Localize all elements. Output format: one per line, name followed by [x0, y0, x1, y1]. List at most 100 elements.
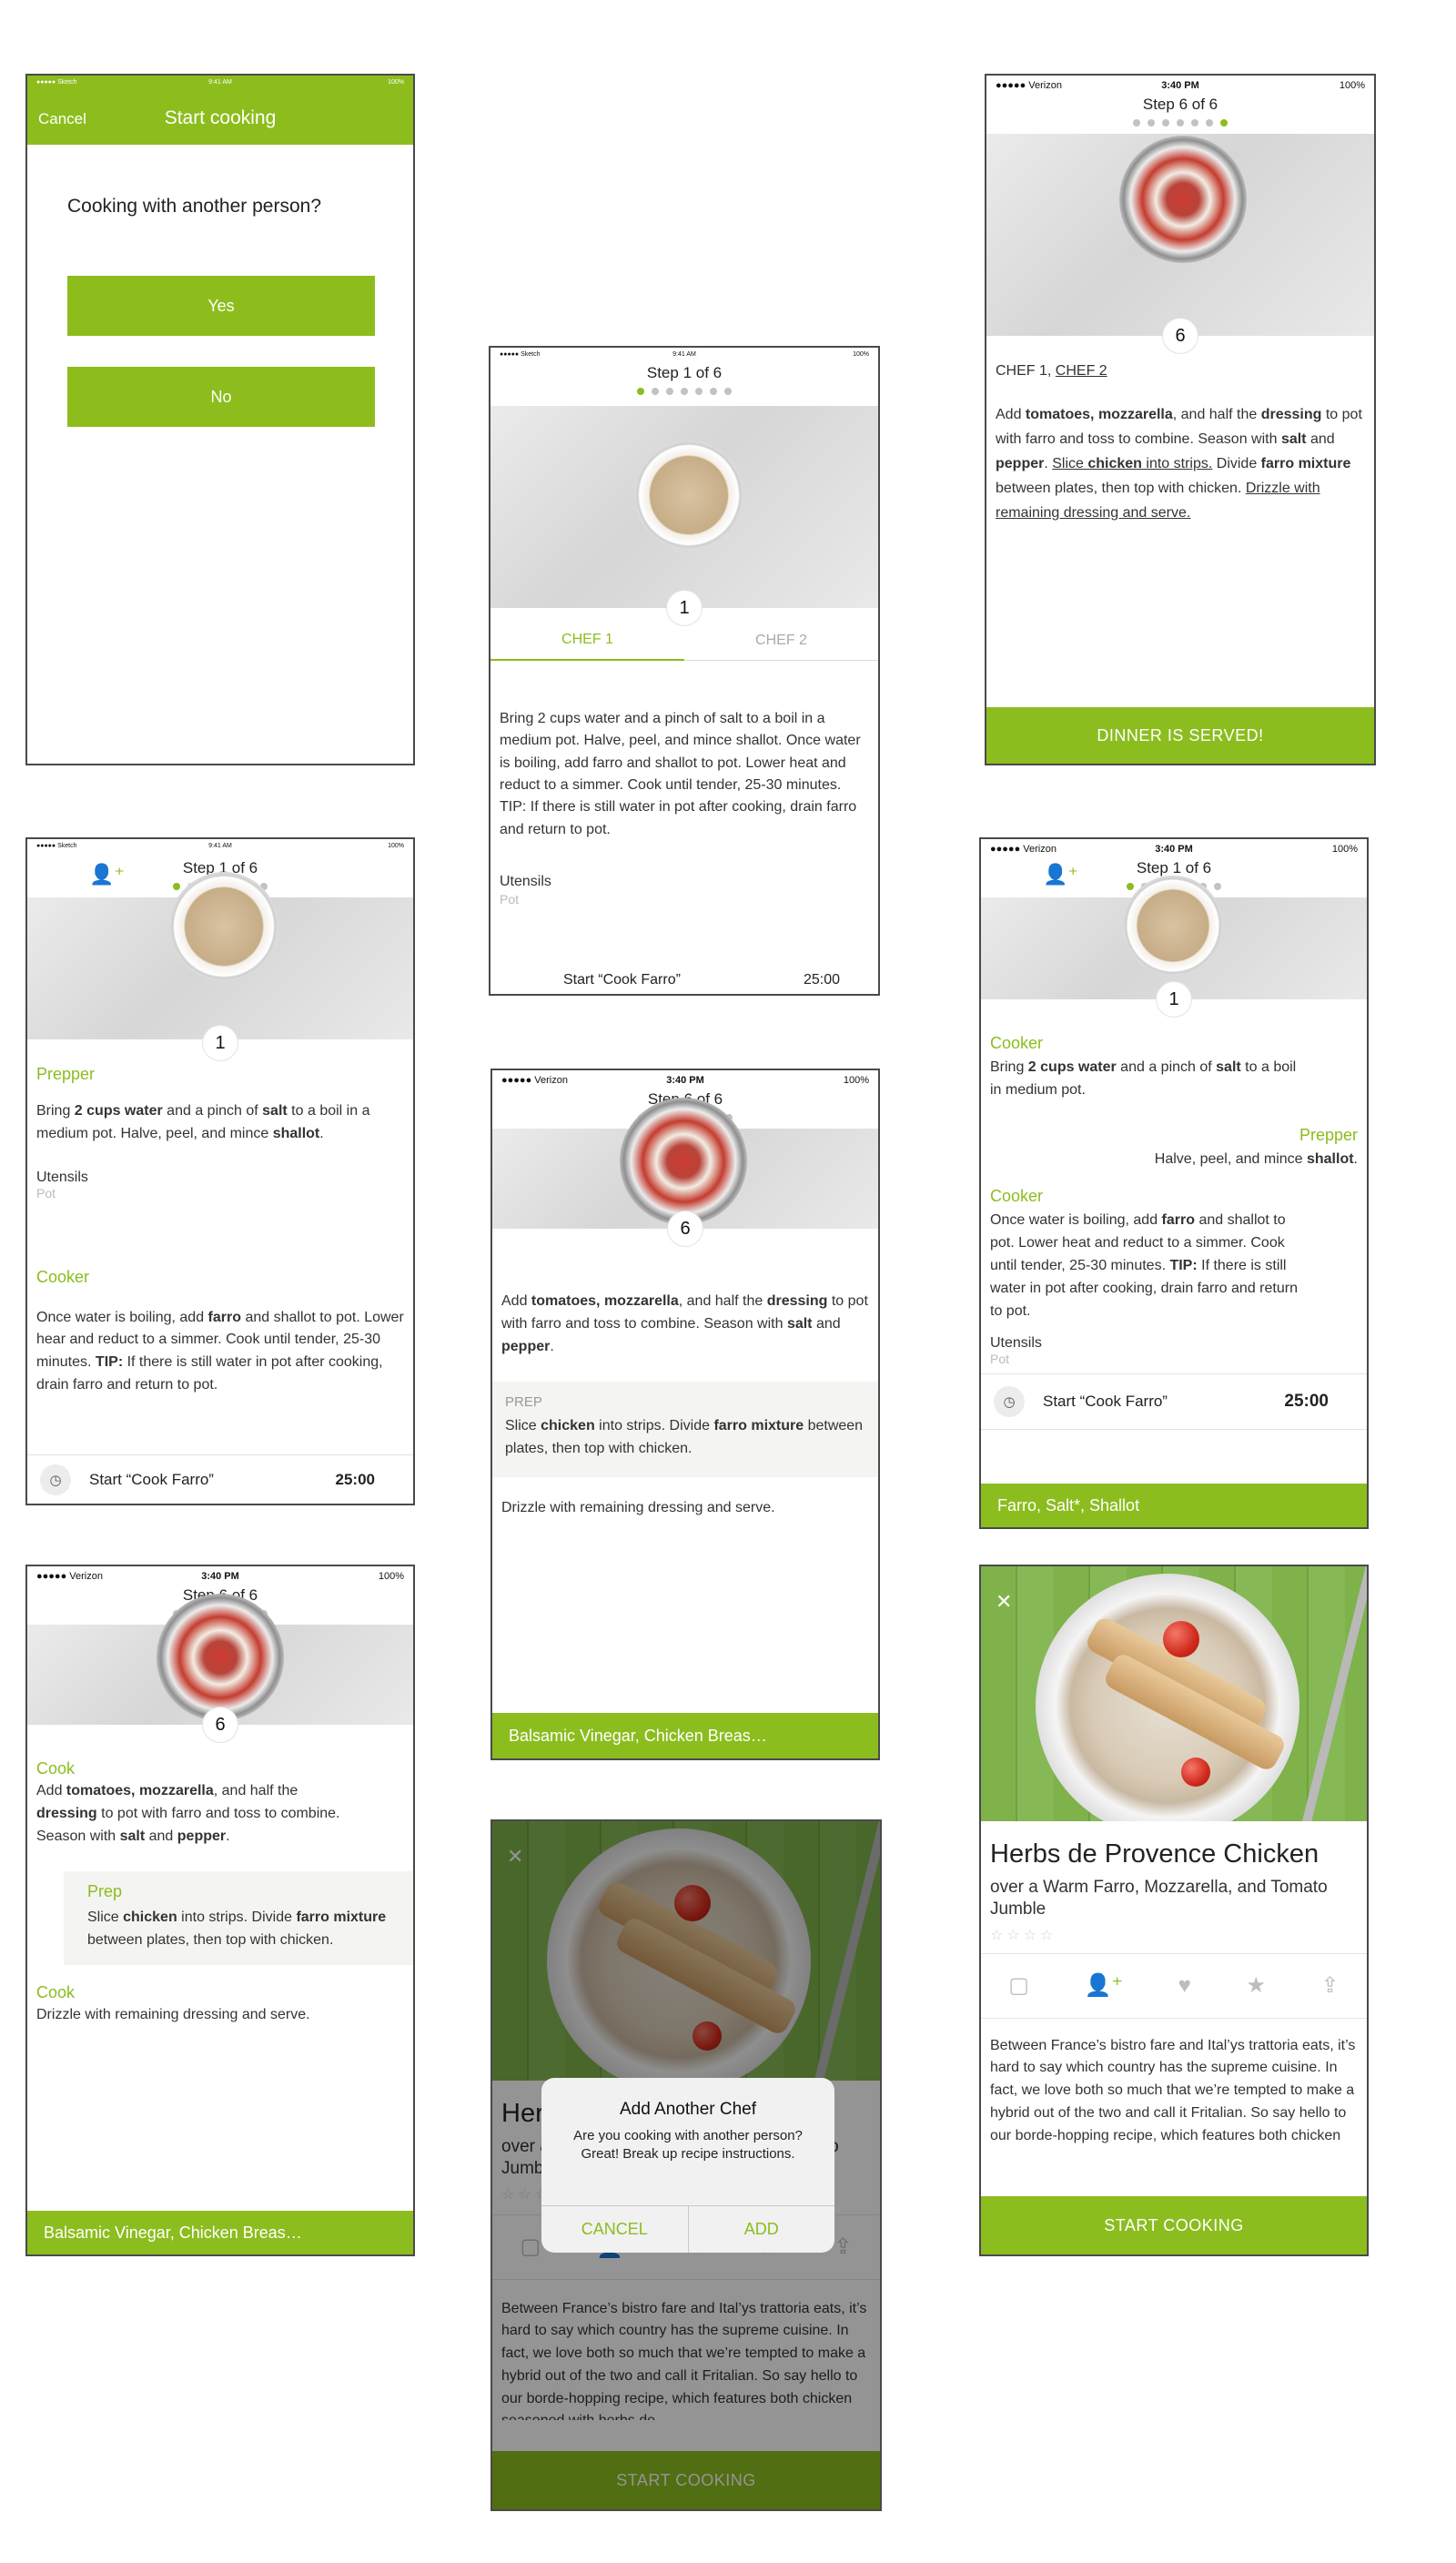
status-bar: ●●●●● Verizon 3:40 PM 100% — [27, 1566, 413, 1586]
status-bar: ●●●●● Sketch 9:41 AM 100% — [490, 348, 878, 360]
status-bar: ●●●●● Verizon 3:40 PM 100% — [981, 839, 1367, 859]
add-user-icon[interactable]: 👤⁺ — [1043, 863, 1078, 886]
timer-value: 25:00 — [1284, 1392, 1329, 1412]
recipe-title: Herbs de Provence Chicken — [990, 1839, 1320, 1869]
step-dots — [986, 119, 1374, 127]
step-photo: 1 — [490, 406, 878, 626]
cook-label: Cook — [36, 1759, 76, 1778]
prep-box: Prep Slice chicken into strips. Divide f… — [64, 1871, 413, 1965]
cooker-instructions: Once water is boiling, add farro and sha… — [36, 1309, 404, 1393]
step-number-badge: 1 — [666, 590, 703, 626]
timer-row[interactable]: ◷ Start “Cook Farro” 25:00 — [27, 1454, 413, 1504]
no-button[interactable]: No — [67, 367, 375, 427]
close-icon[interactable]: ✕ — [996, 1590, 1012, 1614]
ingredients-bar[interactable]: Balsamic Vinegar, Chicken Breas… — [492, 1713, 878, 1758]
step-title: Step 1 of 6 — [1136, 859, 1212, 876]
star-icon[interactable]: ★ — [1246, 1972, 1266, 1999]
step-dot[interactable] — [1148, 119, 1155, 127]
status-bar: ●●●●● Verizon 3:40 PM 100% — [986, 76, 1374, 96]
timer-label: Start “Cook Farro” — [563, 972, 681, 988]
ingredients-bar[interactable]: Balsamic Vinegar, Chicken Breas… — [27, 2211, 413, 2254]
step-dot[interactable] — [1191, 119, 1198, 127]
utensils-value: Pot — [36, 1185, 56, 1200]
page-title: Start cooking — [164, 107, 277, 128]
prepper-label: Prepper — [1299, 1125, 1358, 1144]
utensils-label: Utensils — [500, 873, 551, 889]
prepper-label: Prepper — [36, 1065, 96, 1083]
drizzle-instructions: Drizzle with remaining dressing and serv… — [501, 1499, 775, 1515]
step-dot[interactable] — [681, 388, 688, 395]
step-photo: 1 — [27, 872, 413, 1061]
share-icon[interactable]: ⇪ — [1321, 1972, 1340, 1999]
dialog-message: Are you cooking with another person? Gre… — [573, 2128, 803, 2162]
start-cooking-button[interactable]: START COOKING — [981, 2196, 1367, 2254]
cooker-label-2: Cooker — [990, 1187, 1044, 1206]
calendar-icon[interactable]: ▢ — [1008, 1972, 1029, 1999]
step-number-badge: 1 — [1156, 981, 1192, 1018]
step-dot[interactable] — [1177, 119, 1184, 127]
farro-bowl-image — [634, 441, 743, 550]
rating-stars[interactable]: ☆☆☆☆ — [990, 1926, 1358, 1944]
question-text: Cooking with another person? — [67, 196, 322, 217]
step-dot-active[interactable] — [173, 883, 180, 890]
step-dot[interactable] — [695, 388, 703, 395]
dialog-cancel-button[interactable]: CANCEL — [541, 2206, 689, 2253]
heart-icon[interactable]: ♥ — [1178, 1973, 1191, 1999]
step-dot-active[interactable] — [637, 388, 644, 395]
screen-step1-roles: ●●●●● Sketch 9:41 AM 100% 👤⁺ Step 1 of 6… — [25, 837, 415, 1505]
step-dot[interactable] — [710, 388, 717, 395]
timer-row[interactable]: ◷ Start “Cook Farro” 25:00 — [981, 1373, 1367, 1431]
timer-label: Start “Cook Farro” — [89, 1470, 214, 1488]
step-dot[interactable] — [1133, 119, 1140, 127]
screen-recipe-detail: ✕ Herbs de Provence Chicken over a Warm … — [979, 1565, 1369, 2256]
tab-chef-2[interactable]: CHEF 2 — [684, 621, 878, 661]
screen-step1-tabs: ●●●●● Sketch 9:41 AM 100% Step 1 of 6 1 … — [489, 346, 880, 996]
dinner-served-button[interactable]: DINNER IS SERVED! — [986, 707, 1374, 764]
step-dot[interactable] — [724, 388, 732, 395]
farro-bowl-image — [169, 872, 278, 981]
cooker-label: Cooker — [990, 1034, 1044, 1052]
dialog-title: Add Another Chef — [620, 2100, 756, 2119]
step-title: Step 1 of 6 — [646, 364, 723, 381]
step-instructions: Bring 2 cups water and a pinch of salt t… — [500, 711, 861, 837]
recipe-subtitle: over a Warm Farro, Mozzarella, and Tomat… — [990, 1878, 1328, 1919]
step-title: Step 6 of 6 — [1142, 96, 1218, 113]
clock-label: 3:40 PM — [1161, 80, 1199, 91]
prep-label: Prep — [87, 1882, 123, 1901]
chef-2-link[interactable]: CHEF 2 — [1056, 363, 1107, 379]
clock-label: 3:40 PM — [1155, 844, 1193, 855]
recipe-description: Between France’s bistro fare and Ital’ys… — [990, 2037, 1356, 2143]
clock-label: 3:40 PM — [666, 1075, 704, 1086]
timer-row[interactable]: Start “Cook Farro” 25:00 — [490, 972, 878, 988]
step-dot-active[interactable] — [1127, 883, 1134, 890]
screen-recipe-dialog: ✕ Herbs de Provence Chicken over a Warm … — [490, 1819, 882, 2511]
dialog-buttons: CANCEL ADD — [541, 2205, 834, 2253]
cooker-label: Cooker — [36, 1267, 90, 1286]
ingredients-bar[interactable]: Farro, Salt*, Shallot — [981, 1484, 1367, 1527]
step-dot[interactable] — [1162, 119, 1169, 127]
timer-icon: ◷ — [994, 1386, 1025, 1418]
add-user-icon[interactable]: 👤⁺ — [89, 863, 125, 886]
prep-label: PREP — [505, 1394, 542, 1411]
step-dot-active[interactable] — [1220, 119, 1228, 127]
step-dot[interactable] — [1206, 119, 1213, 127]
tab-chef-1[interactable]: CHEF 1 — [490, 621, 684, 661]
yes-button[interactable]: Yes — [67, 276, 375, 336]
fork-image — [1299, 1566, 1367, 1821]
step-photo: 6 — [492, 1098, 878, 1247]
step-number-badge: 1 — [202, 1025, 238, 1061]
timer-icon: ◷ — [40, 1464, 71, 1495]
screen-step6-prep: ●●●●● Verizon 3:40 PM 100% Step 6 of 6 6… — [490, 1069, 880, 1760]
step-photo: 6 — [986, 134, 1374, 354]
step-dot[interactable] — [666, 388, 673, 395]
tomato-image — [1181, 1758, 1210, 1787]
action-icons: ▢ 👤⁺ ♥ ★ ⇪ — [981, 1952, 1367, 2019]
prep-instructions: Slice chicken into strips. Divide farro … — [505, 1418, 864, 1457]
timer-value: 25:00 — [335, 1470, 375, 1488]
dialog-add-button[interactable]: ADD — [689, 2206, 835, 2253]
step-dot[interactable] — [652, 388, 659, 395]
step-dot[interactable] — [1214, 883, 1221, 890]
add-chef-dialog: Add Another Chef Are you cooking with an… — [541, 2078, 834, 2253]
add-user-icon[interactable]: 👤⁺ — [1085, 1972, 1124, 1999]
cook-label-2: Cook — [36, 1982, 76, 2001]
